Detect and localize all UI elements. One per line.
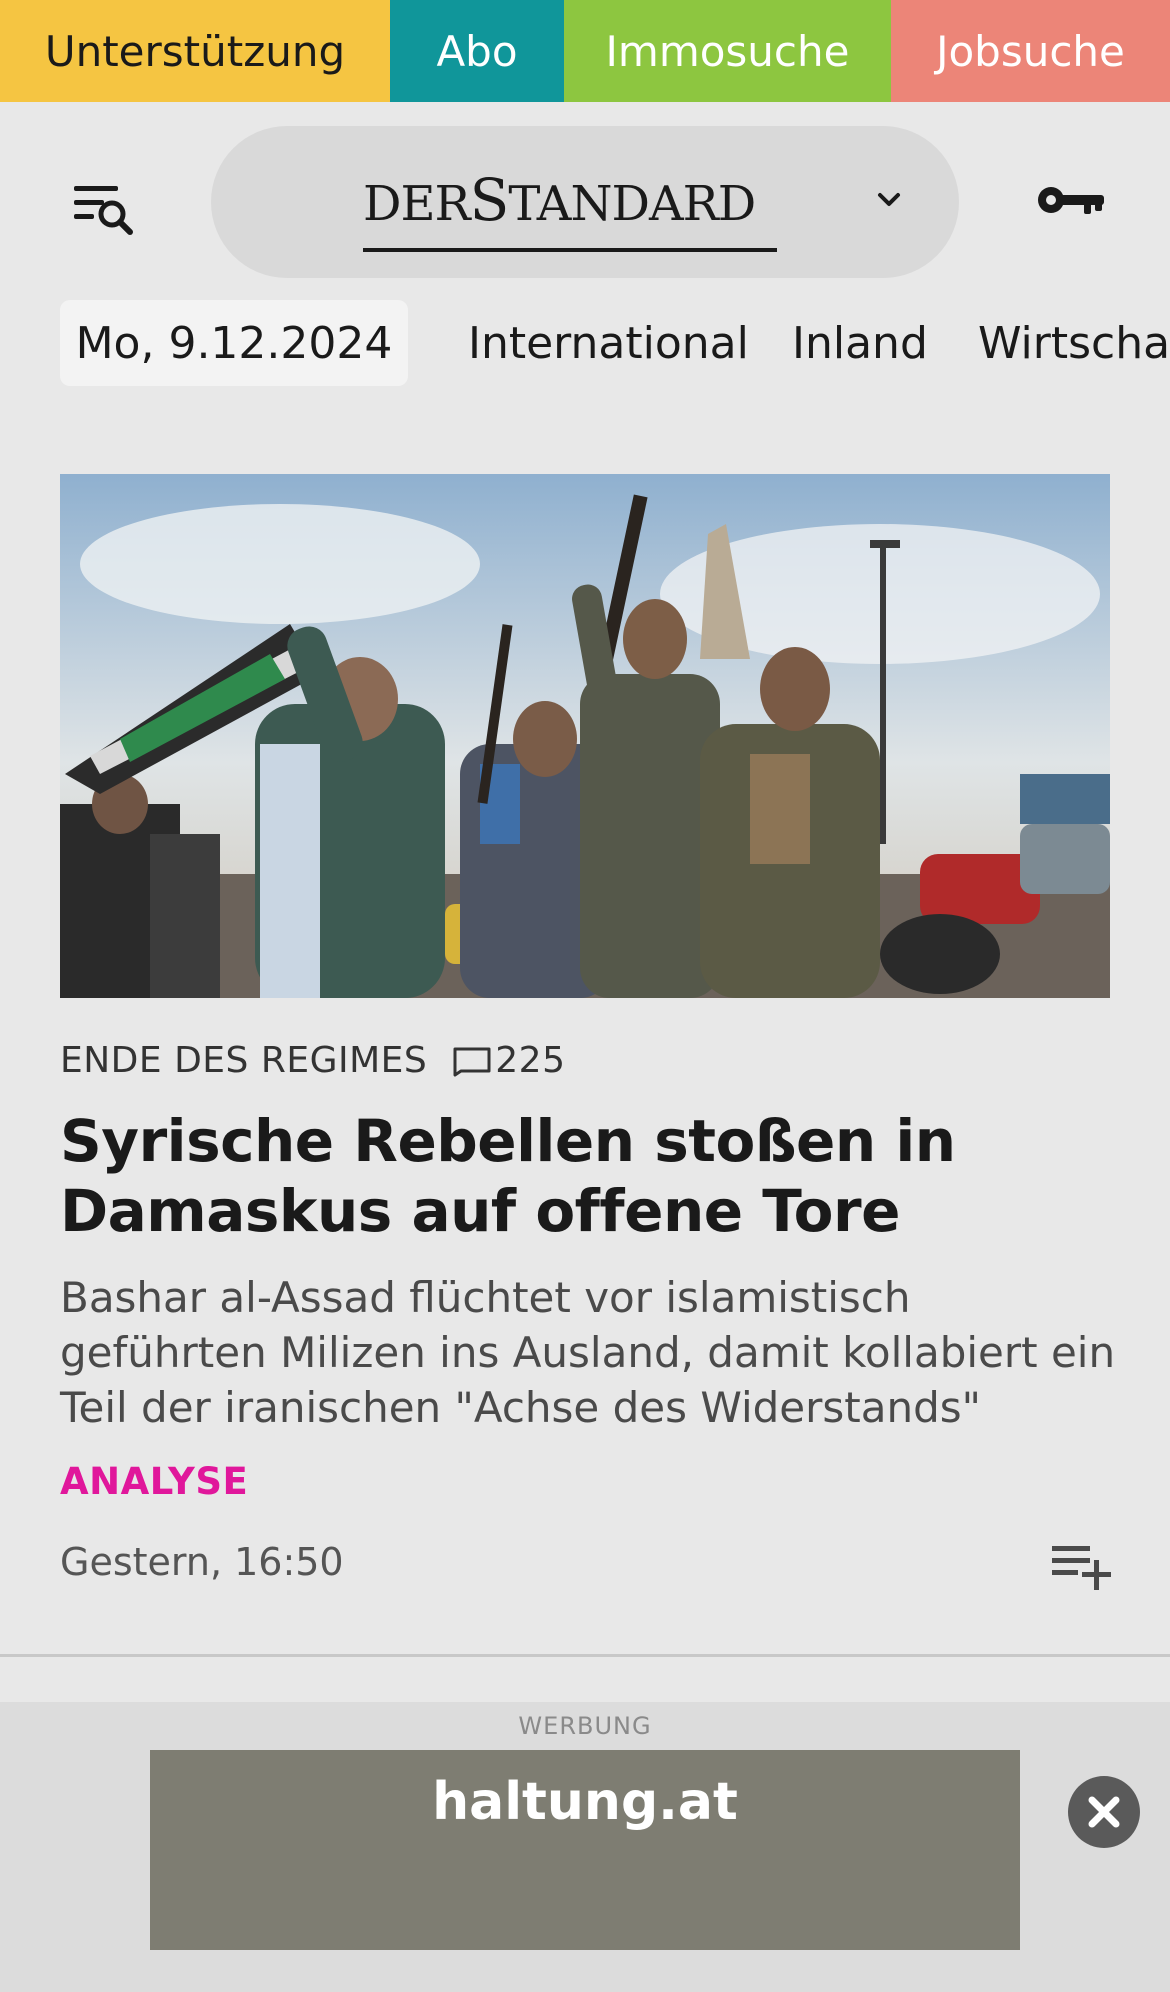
kicker-label: ENDE DES REGIMES	[60, 1040, 428, 1081]
article-kicker[interactable]: ENDE DES REGIMES 225	[60, 1040, 566, 1081]
ad-close-button[interactable]	[1068, 1776, 1140, 1848]
hero-photo	[60, 474, 1110, 998]
login-button[interactable]	[1034, 174, 1108, 226]
chevron-down-icon[interactable]	[871, 182, 907, 218]
menu-search-button[interactable]	[66, 172, 142, 242]
service-bar: Unterstützung Abo Immosuche Jobsuche	[0, 0, 1170, 102]
date-chip[interactable]: Mo, 9.12.2024	[60, 300, 408, 386]
playlist-add-icon	[1052, 1546, 1111, 1590]
article-type-tag: ANALYSE	[60, 1460, 249, 1503]
nav-item-international[interactable]: International	[468, 300, 749, 386]
site-logo[interactable]: DERSTANDARD	[363, 166, 756, 234]
support-link[interactable]: Unterstützung	[0, 0, 390, 102]
comment-icon	[453, 1047, 491, 1076]
article-headline[interactable]: Syrische Rebellen stoßen in Damaskus auf…	[60, 1106, 1120, 1246]
menu-search-icon	[74, 186, 133, 235]
article-lead[interactable]: Bashar al-Assad flüchtet vor islamistisc…	[60, 1270, 1120, 1435]
article-hero-image[interactable]	[60, 474, 1110, 998]
immosuche-link[interactable]: Immosuche	[564, 0, 891, 102]
nav-item-inland[interactable]: Inland	[792, 300, 928, 386]
article-timestamp: Gestern, 16:50	[60, 1540, 344, 1584]
add-to-reading-list-button[interactable]	[1050, 1540, 1112, 1592]
logo-underline	[363, 248, 777, 252]
jobsuche-link[interactable]: Jobsuche	[891, 0, 1170, 102]
ad-banner[interactable]: haltung.at	[150, 1750, 1020, 1950]
site-header: DERSTANDARD	[0, 102, 1170, 298]
logo-edition-selector[interactable]: DERSTANDARD	[211, 126, 959, 278]
key-icon	[1038, 187, 1104, 214]
abo-link[interactable]: Abo	[390, 0, 564, 102]
close-icon	[1088, 1796, 1120, 1828]
section-divider	[0, 1654, 1170, 1657]
section-nav: Mo, 9.12.2024 International Inland Wirts…	[0, 300, 1170, 388]
ad-label: WERBUNG	[518, 1712, 652, 1740]
comment-count: 225	[495, 1040, 566, 1081]
nav-item-wirtschaft[interactable]: Wirtschaft	[978, 300, 1170, 386]
ad-text: haltung.at	[432, 1772, 738, 1832]
